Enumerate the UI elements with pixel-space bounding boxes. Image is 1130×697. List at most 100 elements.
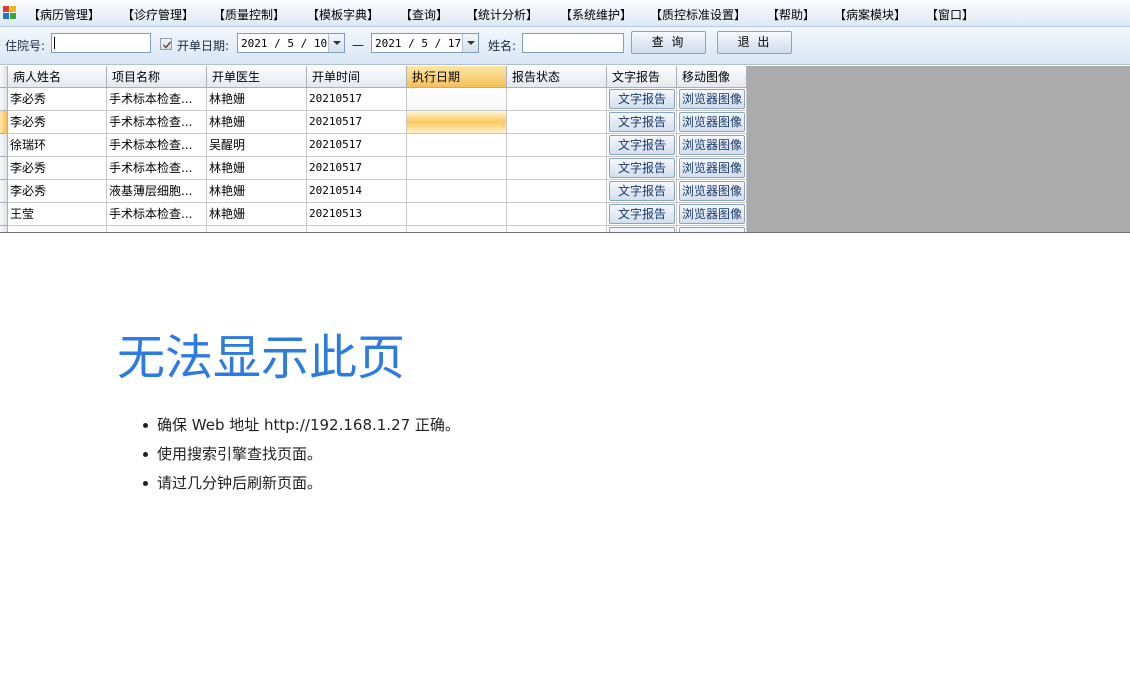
menu-statistics[interactable]: 【统计分析】: [466, 6, 538, 23]
text-report-button[interactable]: 文字报告: [609, 181, 675, 201]
cell-doctor[interactable]: 林艳姗: [207, 88, 307, 111]
app-icon[interactable]: [3, 6, 17, 20]
column-header-mobile-image[interactable]: 移动图像: [677, 66, 747, 88]
browser-image-button[interactable]: 浏览器图像: [679, 158, 745, 178]
text-report-button[interactable]: 文字报告: [609, 158, 675, 178]
cell-doctor[interactable]: 林艳姗: [207, 180, 307, 203]
cell-item-name[interactable]: 手术标本检查...: [107, 134, 207, 157]
cell-doctor[interactable]: 吴醒明: [207, 134, 307, 157]
cell-exec-date[interactable]: [407, 203, 507, 226]
date-to-picker[interactable]: 2021 / 5 / 17: [371, 33, 479, 53]
date-from-dropdown-button[interactable]: [328, 34, 344, 52]
cell-report-status[interactable]: [507, 134, 607, 157]
cell-exec-date[interactable]: [407, 157, 507, 180]
cell-report-status[interactable]: [507, 88, 607, 111]
menu-qc-standards[interactable]: 【质控标准设置】: [650, 6, 746, 23]
text-report-button[interactable]: 文字报告: [609, 112, 675, 132]
menu-quality-control[interactable]: 【质量控制】: [213, 6, 285, 23]
error-title: 无法显示此页: [117, 330, 406, 386]
cell-item-name[interactable]: [107, 226, 207, 232]
cell-order-time[interactable]: [307, 226, 407, 232]
row-header[interactable]: [0, 226, 8, 232]
menu-window[interactable]: 【窗口】: [926, 6, 974, 23]
cell-patient-name[interactable]: [8, 226, 107, 232]
exit-button[interactable]: 退 出: [717, 31, 792, 54]
text-report-button[interactable]: 文字报告: [609, 89, 675, 109]
row-header[interactable]: [0, 180, 8, 203]
cell-patient-name[interactable]: 李必秀: [8, 111, 107, 134]
cell-patient-name[interactable]: 王莹: [8, 203, 107, 226]
error-suggestions-list: 确保 Web 地址 http://192.168.1.27 正确。 使用搜索引擎…: [141, 414, 460, 501]
query-button[interactable]: 查 询: [631, 31, 706, 54]
text-report-button[interactable]: [609, 227, 675, 232]
cell-exec-date[interactable]: [407, 180, 507, 203]
menu-case-module[interactable]: 【病案模块】: [834, 6, 906, 23]
column-header-patient-name[interactable]: 病人姓名: [8, 66, 107, 88]
column-header-report-status[interactable]: 报告状态: [507, 66, 607, 88]
cell-order-time[interactable]: 20210514: [307, 180, 407, 203]
cell-order-time[interactable]: 20210517: [307, 157, 407, 180]
cell-patient-name[interactable]: 李必秀: [8, 157, 107, 180]
cell-report-status[interactable]: [507, 203, 607, 226]
cell-item-name[interactable]: 手术标本检查...: [107, 111, 207, 134]
text-report-button[interactable]: 文字报告: [609, 135, 675, 155]
cell-report-status[interactable]: [507, 226, 607, 232]
menu-query[interactable]: 【查询】: [400, 6, 448, 23]
column-header-order-time[interactable]: 开单时间: [307, 66, 407, 88]
error-suggestion: 请过几分钟后刷新页面。: [141, 472, 460, 501]
order-date-checkbox[interactable]: [160, 38, 172, 50]
cell-doctor[interactable]: 林艳姗: [207, 203, 307, 226]
error-suggestion: 确保 Web 地址 http://192.168.1.27 正确。: [141, 414, 460, 443]
menu-help[interactable]: 【帮助】: [767, 6, 815, 23]
cell-item-name[interactable]: 手术标本检查...: [107, 157, 207, 180]
menu-template-dict[interactable]: 【模板字典】: [307, 6, 379, 23]
cell-order-time[interactable]: 20210517: [307, 111, 407, 134]
menu-system-maint[interactable]: 【系统维护】: [560, 6, 632, 23]
column-header-doctor[interactable]: 开单医生: [207, 66, 307, 88]
browser-image-button[interactable]: 浏览器图像: [679, 112, 745, 132]
menu-bar: 【病历管理】 【诊疗管理】 【质量控制】 【模板字典】 【查询】 【统计分析】 …: [0, 0, 1130, 27]
chevron-down-icon: [333, 41, 341, 45]
cell-report-status[interactable]: [507, 111, 607, 134]
row-header[interactable]: [0, 203, 8, 226]
browser-image-button[interactable]: 浏览器图像: [679, 181, 745, 201]
cell-doctor[interactable]: 林艳姗: [207, 111, 307, 134]
cell-exec-date[interactable]: [407, 134, 507, 157]
browser-image-button[interactable]: 浏览器图像: [679, 135, 745, 155]
cell-patient-name[interactable]: 李必秀: [8, 180, 107, 203]
cell-report-status[interactable]: [507, 180, 607, 203]
cell-exec-date[interactable]: [407, 226, 507, 232]
cell-doctor[interactable]: [207, 226, 307, 232]
inpatient-number-input[interactable]: [51, 33, 151, 53]
cell-patient-name[interactable]: 李必秀: [8, 88, 107, 111]
cell-item-name[interactable]: 液基薄层细胞...: [107, 180, 207, 203]
cell-order-time[interactable]: 20210517: [307, 88, 407, 111]
cell-report-status[interactable]: [507, 157, 607, 180]
column-header-exec-date[interactable]: 执行日期: [407, 66, 507, 88]
cell-exec-date[interactable]: [407, 88, 507, 111]
cell-order-time[interactable]: 20210513: [307, 203, 407, 226]
browser-image-button[interactable]: [679, 227, 745, 232]
cell-item-name[interactable]: 手术标本检查...: [107, 203, 207, 226]
cell-doctor[interactable]: 林艳姗: [207, 157, 307, 180]
date-to-dropdown-button[interactable]: [462, 34, 478, 52]
row-header[interactable]: [0, 134, 8, 157]
date-from-picker[interactable]: 2021 / 5 / 10: [237, 33, 345, 53]
column-header-text-report[interactable]: 文字报告: [607, 66, 677, 88]
chevron-down-icon: [467, 41, 475, 45]
cell-patient-name[interactable]: 徐瑞环: [8, 134, 107, 157]
cell-order-time[interactable]: 20210517: [307, 134, 407, 157]
menu-diagnosis[interactable]: 【诊疗管理】: [122, 6, 194, 23]
row-header[interactable]: [0, 157, 8, 180]
row-header[interactable]: [0, 111, 8, 134]
row-header[interactable]: [0, 88, 8, 111]
menu-medical-records[interactable]: 【病历管理】: [28, 6, 100, 23]
browser-image-button[interactable]: 浏览器图像: [679, 204, 745, 224]
cell-item-name[interactable]: 手术标本检查...: [107, 88, 207, 111]
column-header-item-name[interactable]: 项目名称: [107, 66, 207, 88]
cell-exec-date[interactable]: [407, 111, 507, 134]
name-input[interactable]: [522, 33, 624, 53]
browser-image-button[interactable]: 浏览器图像: [679, 89, 745, 109]
query-toolbar: 住院号: 开单日期: 2021 / 5 / 10 一 2021 / 5 / 17…: [0, 27, 1130, 65]
text-report-button[interactable]: 文字报告: [609, 204, 675, 224]
